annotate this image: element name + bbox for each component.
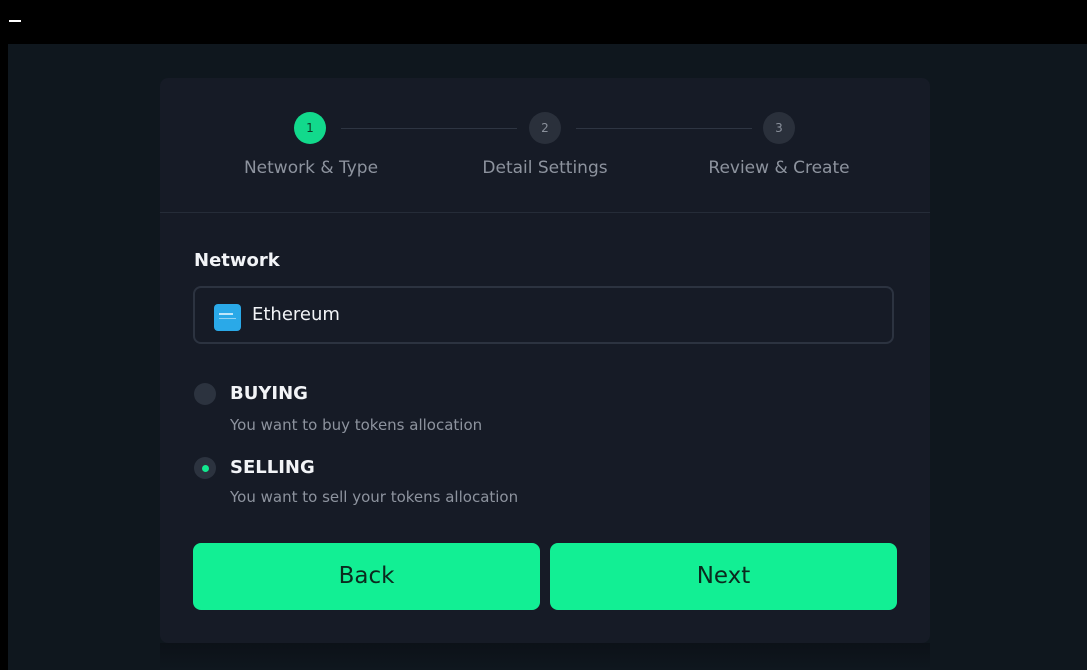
minimize-icon[interactable] [9,20,21,22]
logo-mark-line [219,313,233,315]
step-2-label: Detail Settings [482,158,608,178]
step-1-circle: 1 [294,112,326,144]
step-3-label: Review & Create [708,158,850,178]
logo-mark-line-secondary [219,318,236,319]
stepper: 1 2 3 Network & Type Detail Settings Rev… [160,78,930,213]
buying-title[interactable]: BUYING [230,383,308,404]
network-value: Ethereum [252,304,340,325]
step-2-circle: 2 [529,112,561,144]
selling-title[interactable]: SELLING [230,457,315,478]
selling-description: You want to sell your tokens allocation [230,488,519,506]
back-button[interactable]: Back [193,543,540,610]
network-label: Network [194,250,280,271]
selling-radio[interactable] [194,457,216,479]
window-titlebar [0,0,1087,44]
step-3-circle: 3 [763,112,795,144]
buying-description: You want to buy tokens allocation [230,416,483,434]
create-offer-card: 1 2 3 Network & Type Detail Settings Rev… [160,78,930,643]
network-select[interactable]: Ethereum [193,286,894,344]
step-connector-1 [341,128,517,129]
next-button[interactable]: Next [550,543,897,610]
ethereum-logo-icon [214,304,241,331]
step-connector-2 [576,128,752,129]
card-shadow [160,643,930,670]
buying-radio[interactable] [194,383,216,405]
step-1-label: Network & Type [243,158,379,178]
